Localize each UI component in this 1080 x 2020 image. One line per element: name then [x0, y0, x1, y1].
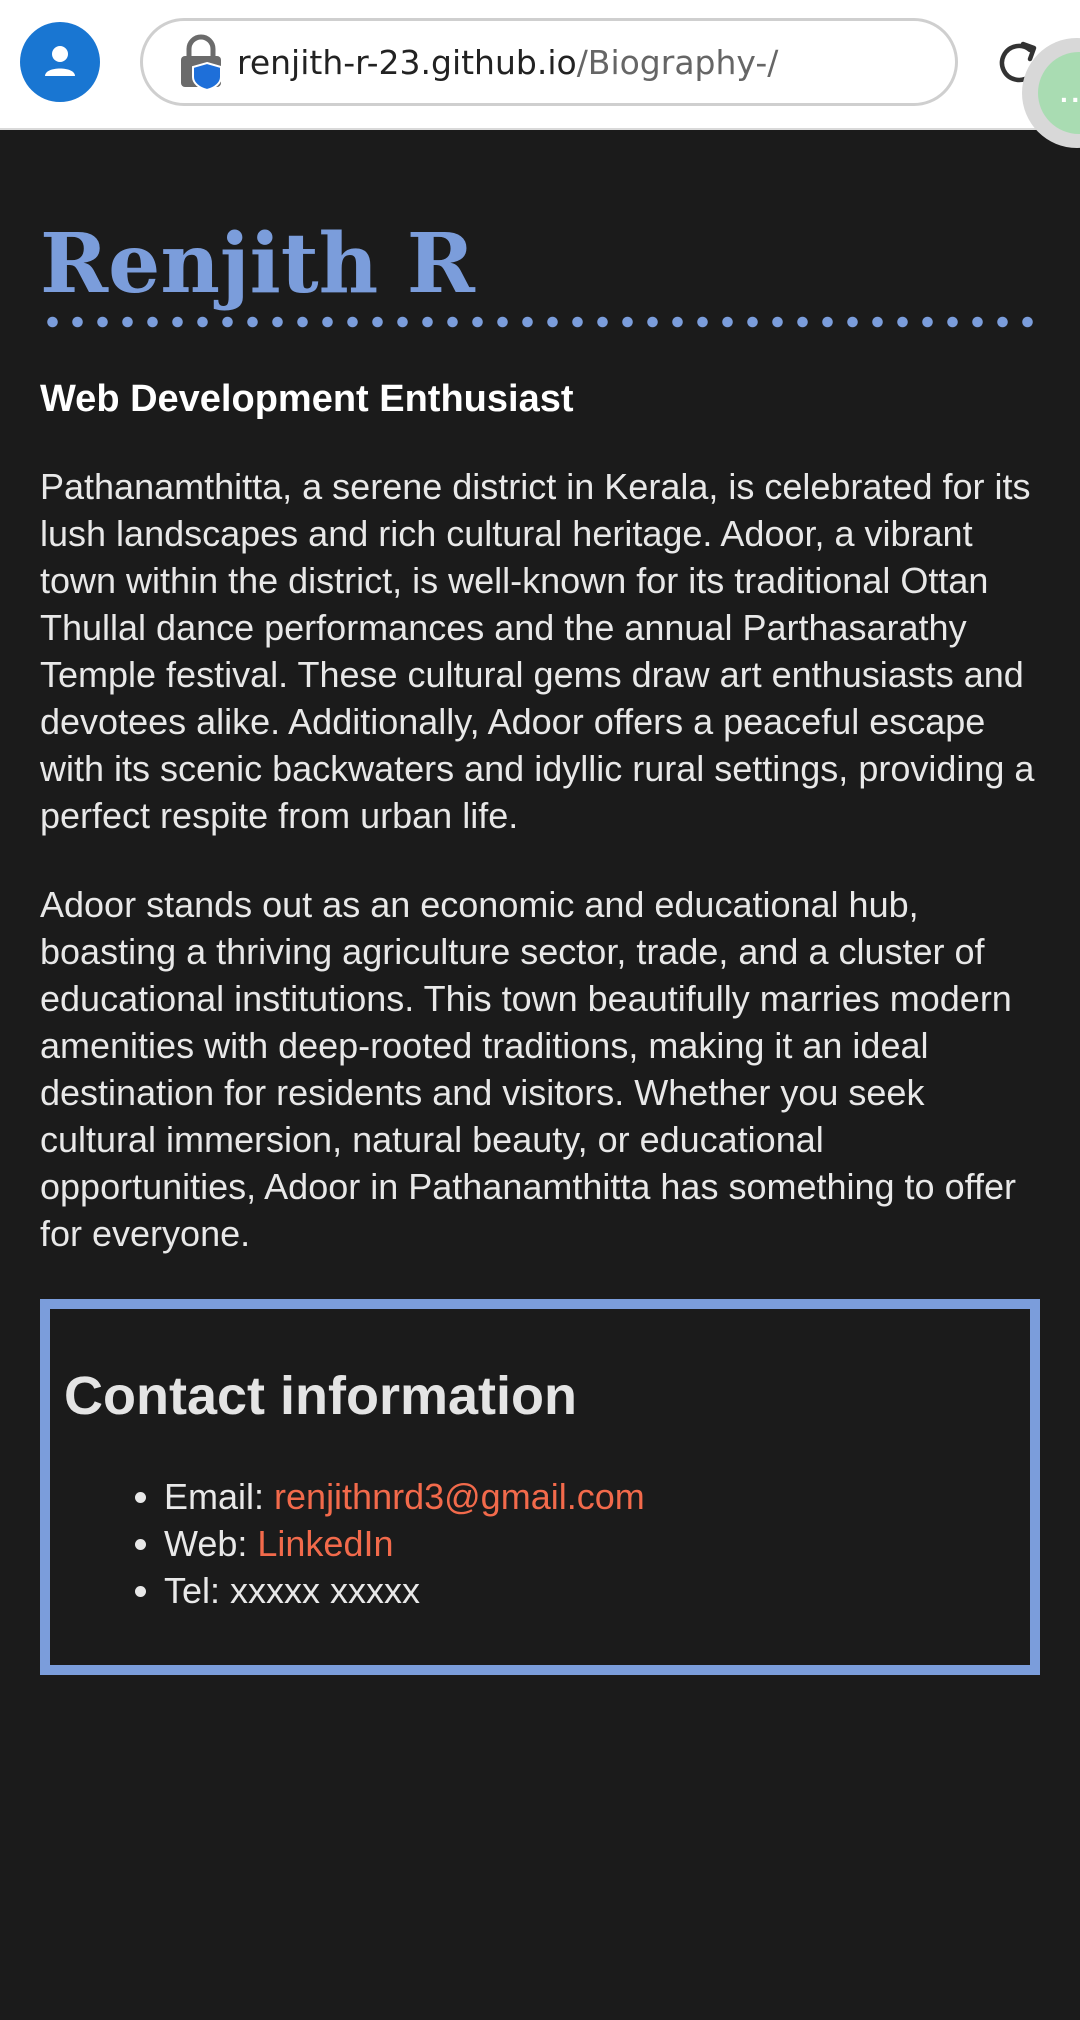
url-text[interactable]: renjith-r-23.github.io/Biography-/: [237, 43, 778, 82]
contact-tel-item: Tel: xxxxx xxxxx: [164, 1567, 1030, 1614]
contact-email-item: Email: renjithnrd3@gmail.com: [164, 1473, 1030, 1520]
profile-button[interactable]: [20, 22, 100, 102]
url-domain: renjith-r-23.github.io: [237, 42, 577, 82]
bio-paragraph-1: Pathanamthitta, a serene district in Ker…: [40, 466, 1035, 836]
email-link[interactable]: renjithnrd3@gmail.com: [274, 1476, 645, 1517]
contact-web-item: Web: LinkedIn: [164, 1520, 1030, 1567]
contact-section: Contact information Email: renjithnrd3@g…: [40, 1299, 1040, 1675]
tel-value: xxxxx xxxxx: [230, 1570, 421, 1611]
web-label: Web:: [164, 1523, 258, 1564]
contact-title: Contact information: [64, 1366, 577, 1426]
linkedin-link[interactable]: LinkedIn: [257, 1523, 393, 1564]
address-bar[interactable]: renjith-r-23.github.io/Biography-/: [140, 18, 958, 106]
page-title: Renjith R: [40, 216, 475, 312]
email-label: Email:: [164, 1476, 275, 1517]
tagline: Web Development Enthusiast: [40, 378, 574, 420]
title-divider: [40, 316, 1040, 328]
person-icon: [45, 46, 75, 76]
bio-paragraph-2: Adoor stands out as an economic and educ…: [40, 884, 1016, 1254]
ellipsis-icon: ··: [1060, 84, 1080, 115]
lock-icon[interactable]: [177, 33, 227, 92]
tel-label: Tel:: [164, 1570, 231, 1611]
browser-toolbar: renjith-r-23.github.io/Biography-/ ··: [0, 0, 1080, 148]
url-path: /Biography-/: [576, 42, 779, 82]
page-content: Renjith R Web Development Enthusiast Pat…: [40, 130, 1040, 1675]
contact-list: Email: renjithnrd3@gmail.com Web: Linked…: [64, 1473, 1030, 1614]
